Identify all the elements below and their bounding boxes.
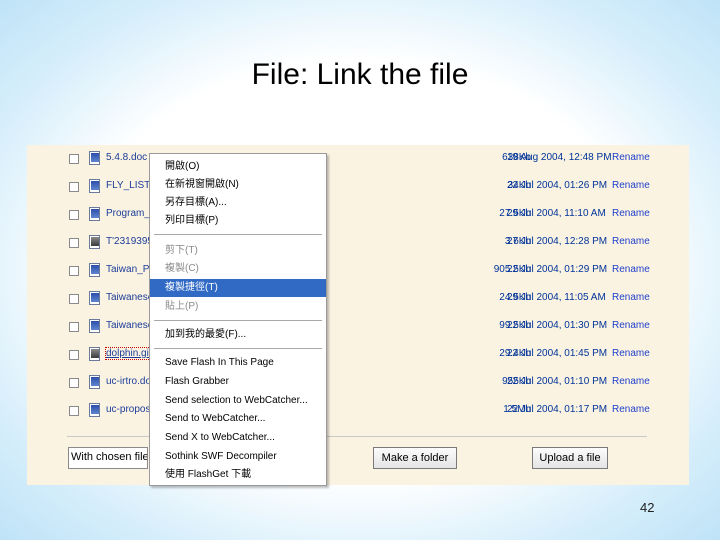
- file-checkbox[interactable]: [69, 238, 79, 248]
- image-icon: [89, 347, 100, 361]
- menu-item-paste: 貼上(P): [165, 301, 199, 312]
- menu-item-flashget-download[interactable]: 使用 FlashGet 下載: [150, 466, 326, 484]
- file-row: T'2319395 3.6Kb 27 Jul 2004, 12:28 PM Re…: [27, 232, 689, 260]
- menu-item-save-target-as[interactable]: 另存目標(A)...: [150, 194, 326, 212]
- menu-item-save-flash[interactable]: Save Flash In This Page: [150, 354, 326, 372]
- menu-item-open[interactable]: 開啟(O): [150, 158, 326, 176]
- with-chosen-files-select[interactable]: With chosen files ...: [68, 447, 148, 469]
- rename-link[interactable]: Rename: [612, 348, 650, 359]
- upload-file-button[interactable]: Upload a file: [532, 447, 608, 469]
- word-doc-icon: [89, 403, 100, 417]
- rename-link[interactable]: Rename: [612, 152, 650, 163]
- file-name-link[interactable]: Program_E: [106, 208, 150, 219]
- file-date: 22 Jul 2004, 01:10 PM: [507, 376, 608, 387]
- word-doc-icon: [89, 263, 100, 277]
- file-date: 22 Jul 2004, 01:17 PM: [507, 404, 608, 415]
- page-number: 42: [640, 500, 655, 515]
- word-doc-icon: [89, 291, 100, 305]
- file-checkbox[interactable]: [69, 378, 79, 388]
- file-checkbox[interactable]: [69, 210, 79, 220]
- menu-item-send-selection-webcatcher[interactable]: Send selection to WebCatcher...: [150, 392, 326, 410]
- file-checkbox[interactable]: [69, 154, 79, 164]
- word-doc-icon: [89, 151, 100, 165]
- file-checkbox[interactable]: [69, 406, 79, 416]
- rename-link[interactable]: Rename: [612, 376, 650, 387]
- file-checkbox[interactable]: [69, 294, 79, 304]
- file-date: 22 Jul 2004, 01:45 PM: [507, 348, 608, 359]
- rename-link[interactable]: Rename: [612, 208, 650, 219]
- menu-item-flash-grabber[interactable]: Flash Grabber: [150, 373, 326, 391]
- menu-item-cut: 剪下(T): [165, 245, 198, 256]
- rename-link[interactable]: Rename: [612, 320, 650, 331]
- rename-link[interactable]: Rename: [612, 236, 650, 247]
- menu-item-copy-shortcut[interactable]: 複製捷徑(T): [150, 279, 326, 297]
- file-name-link[interactable]: FLY_LIST.: [106, 180, 150, 191]
- menu-item-swf-decompiler[interactable]: Sothink SWF Decompiler: [150, 448, 326, 466]
- file-checkbox[interactable]: [69, 322, 79, 332]
- file-checkbox[interactable]: [69, 350, 79, 360]
- rename-link[interactable]: Rename: [612, 404, 650, 415]
- make-folder-button[interactable]: Make a folder: [373, 447, 457, 469]
- file-name-link[interactable]: Taiwanese: [106, 320, 150, 331]
- file-date: 22 Jul 2004, 01:29 PM: [507, 264, 608, 275]
- file-name-link[interactable]: dolphin.gif: [105, 347, 151, 360]
- word-doc-icon: [89, 207, 100, 221]
- file-checkbox[interactable]: [69, 182, 79, 192]
- file-row: Taiwan_Pl 905.5Kb 22 Jul 2004, 01:29 PM …: [27, 260, 689, 288]
- file-name-link[interactable]: Taiwanese: [106, 292, 150, 303]
- menu-item-send-to-webcatcher[interactable]: Send to WebCatcher...: [150, 410, 326, 428]
- rename-link[interactable]: Rename: [612, 180, 650, 191]
- file-date: 22 Jul 2004, 01:30 PM: [507, 320, 608, 331]
- file-name-link[interactable]: uc-propos: [106, 404, 150, 415]
- context-menu: 開啟(O) 在新視窗開啟(N) 另存目標(A)... 列印目標(P) 剪下(T)…: [149, 153, 327, 486]
- file-checkbox[interactable]: [69, 266, 79, 276]
- file-date: 29 Jul 2004, 11:10 AM: [507, 208, 606, 219]
- file-name-link[interactable]: T'2319395: [106, 236, 150, 247]
- file-date: 29 Jul 2004, 11:05 AM: [507, 292, 606, 303]
- file-name-link[interactable]: uc-irtro.do: [106, 376, 150, 387]
- file-row: FLY_LIST. 34Kb 22 Jul 2004, 01:26 PM Ren…: [27, 176, 689, 204]
- file-row: 5.4.8.doc 638Kb 19 Aug 2004, 12:48 PM Re…: [27, 148, 689, 176]
- menu-item-copy: 複製(C): [165, 263, 199, 274]
- file-date: 22 Jul 2004, 01:26 PM: [507, 180, 608, 191]
- word-doc-icon: [89, 375, 100, 389]
- menu-separator: [154, 234, 322, 235]
- file-row: uc-irtro.do 955Kb 22 Jul 2004, 01:10 PM …: [27, 372, 689, 400]
- word-doc-icon: [89, 319, 100, 333]
- menu-item-send-x-webcatcher[interactable]: Send X to WebCatcher...: [150, 429, 326, 447]
- file-row: dolphin.gif 29.4Kb 22 Jul 2004, 01:45 PM…: [27, 344, 689, 372]
- file-date: 27 Jul 2004, 12:28 PM: [507, 236, 608, 247]
- file-row: uc-propos 1.5Mb 22 Jul 2004, 01:17 PM Re…: [27, 400, 689, 428]
- menu-item-print-target[interactable]: 列印目標(P): [150, 212, 326, 230]
- file-row: Taiwanese 24.5Kb 29 Jul 2004, 11:05 AM R…: [27, 288, 689, 316]
- menu-separator: [154, 348, 322, 349]
- menu-separator: [154, 320, 322, 321]
- rename-link[interactable]: Rename: [612, 292, 650, 303]
- menu-item-add-to-favorites[interactable]: 加到我的最愛(F)...: [150, 326, 326, 344]
- file-name-link[interactable]: Taiwan_Pl: [106, 264, 150, 275]
- rename-link[interactable]: Rename: [612, 264, 650, 275]
- word-doc-icon: [89, 179, 100, 193]
- file-row: Taiwanese 99.5Kb 22 Jul 2004, 01:30 PM R…: [27, 316, 689, 344]
- file-name-link[interactable]: 5.4.8.doc: [106, 152, 150, 163]
- menu-item-open-new-window[interactable]: 在新視窗開啟(N): [150, 176, 326, 194]
- image-icon: [89, 235, 100, 249]
- file-row: Program_E 27.5Kb 29 Jul 2004, 11:10 AM R…: [27, 204, 689, 232]
- file-date: 19 Aug 2004, 12:48 PM: [507, 152, 612, 163]
- slide-title: File: Link the file: [251, 58, 469, 91]
- file-manager-panel: 5.4.8.doc 638Kb 19 Aug 2004, 12:48 PM Re…: [27, 145, 689, 485]
